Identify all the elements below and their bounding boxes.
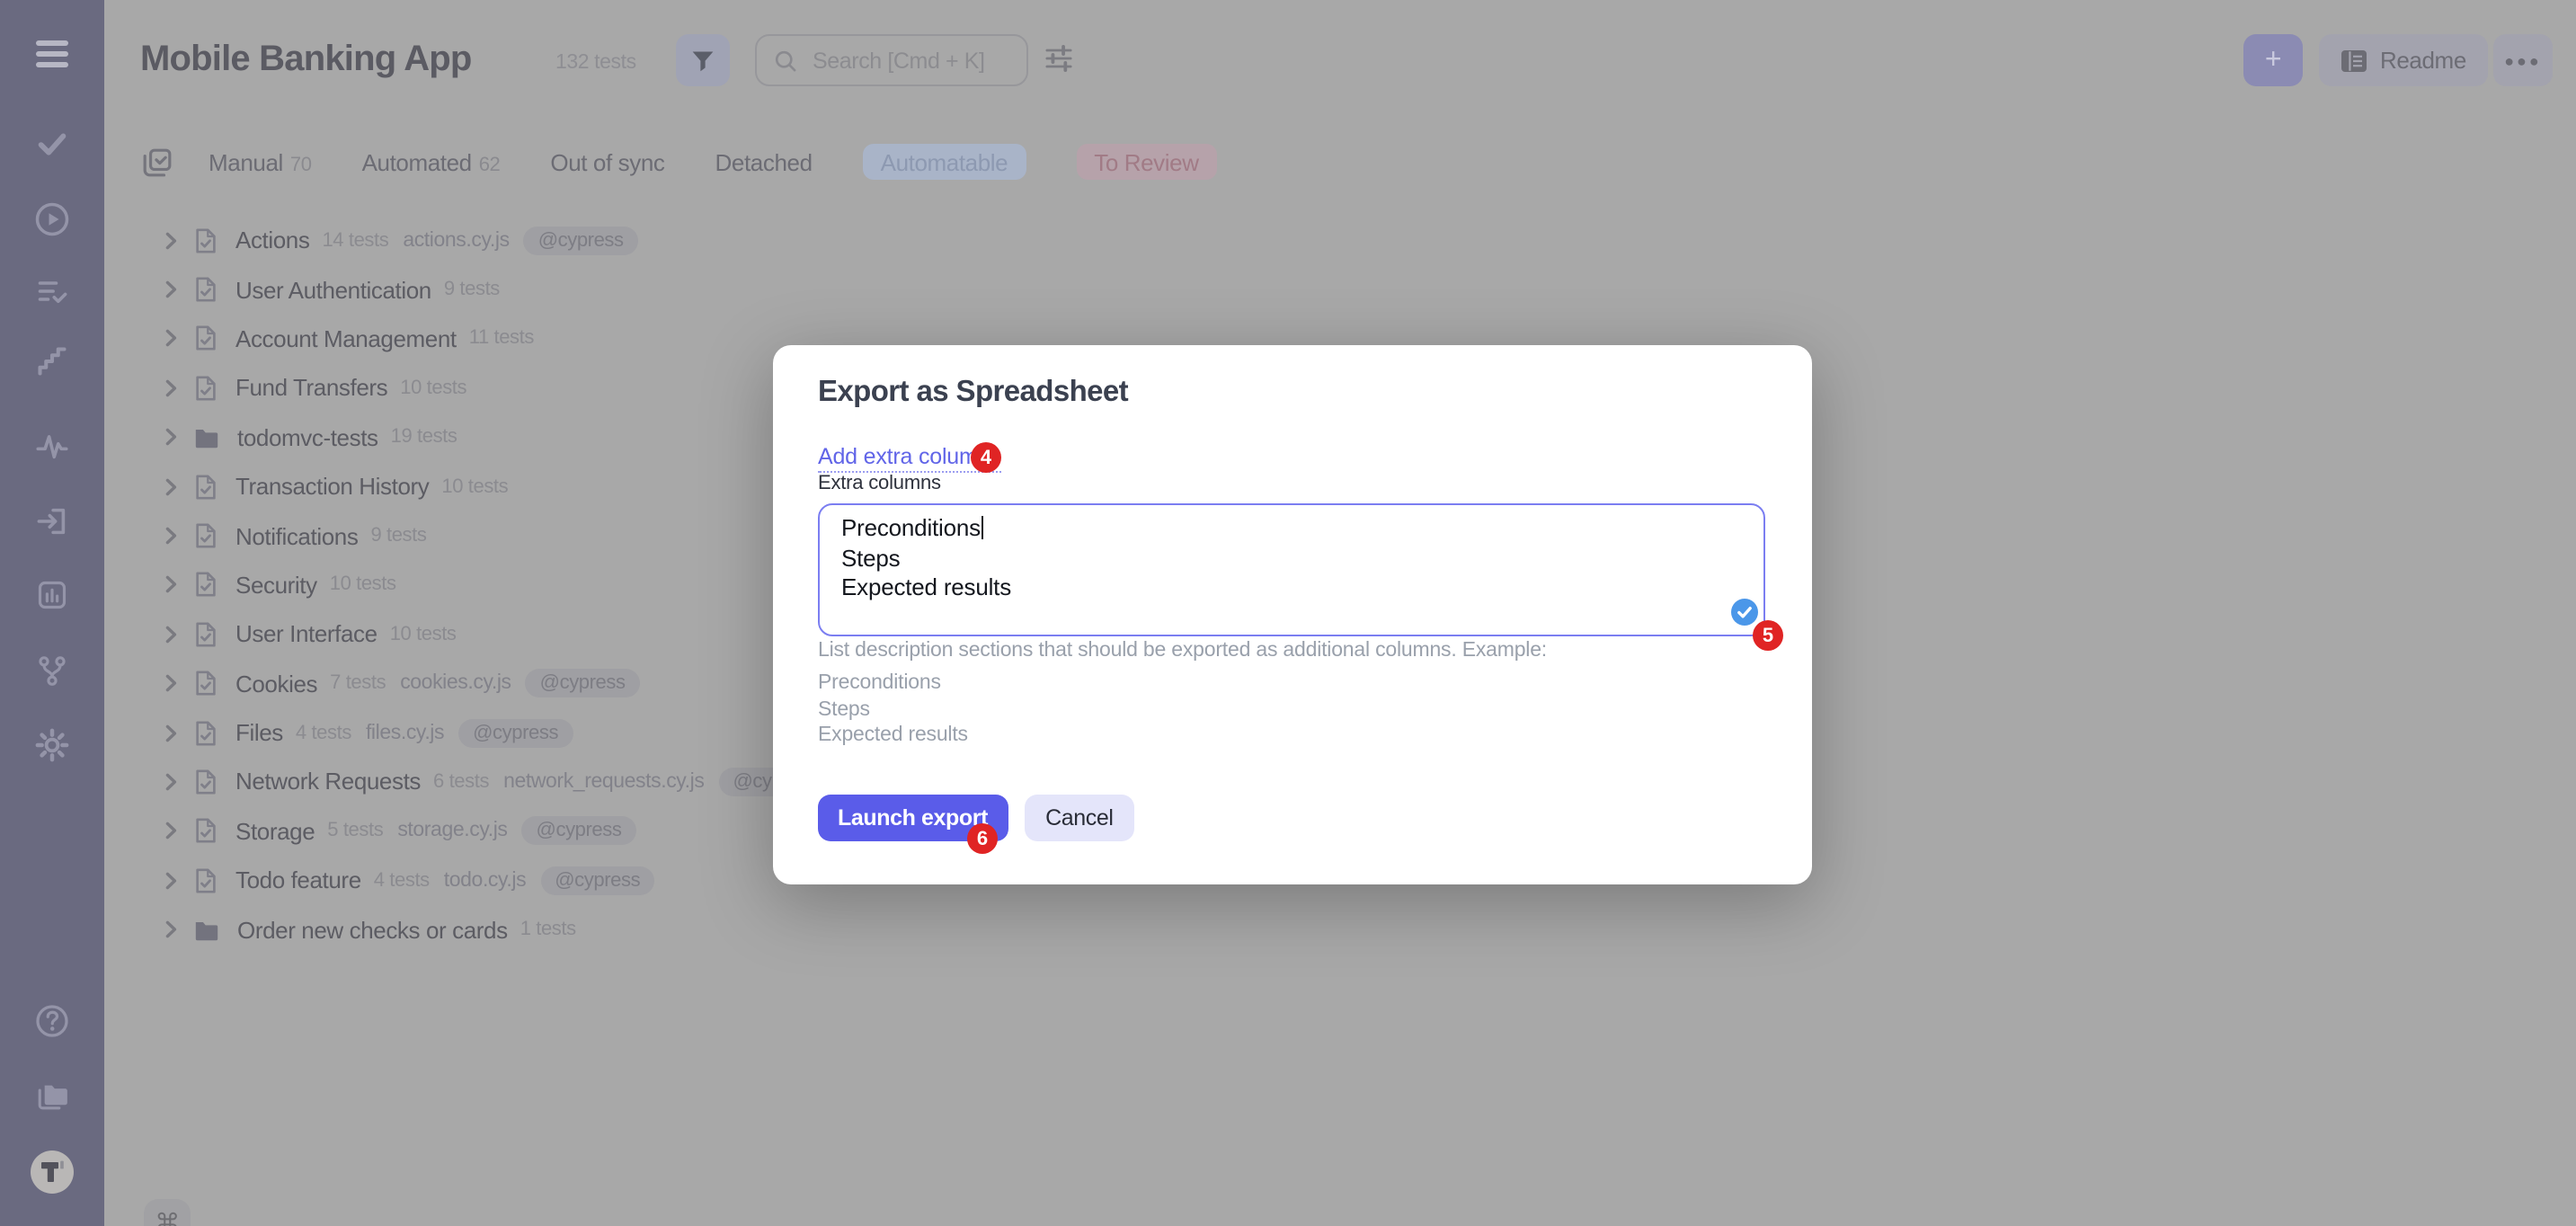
text-caret — [982, 516, 984, 539]
export-modal: Export as Spreadsheet Add extra columns … — [773, 345, 1812, 884]
app-root: Mobile Banking App 132 tests + Readme ●●… — [0, 0, 2576, 1226]
field-line: Expected results — [841, 573, 1742, 603]
field-helper-text: List description sections that should be… — [818, 640, 1780, 662]
step-badge-5: 5 — [1753, 620, 1783, 651]
extra-columns-textarea[interactable]: PreconditionsStepsExpected results — [818, 503, 1765, 636]
step-badge-4: 4 — [971, 442, 1001, 473]
field-example: Steps — [818, 697, 968, 723]
modal-title: Export as Spreadsheet — [818, 376, 1128, 410]
extension-check-icon[interactable] — [1731, 599, 1758, 626]
field-line: Steps — [841, 544, 1742, 573]
field-example-list: PreconditionsStepsExpected results — [818, 671, 968, 749]
cancel-button[interactable]: Cancel — [1024, 795, 1134, 841]
field-line: Preconditions — [841, 514, 1742, 544]
extra-columns-label: Extra columns — [818, 473, 941, 494]
step-badge-6: 6 — [967, 823, 998, 854]
field-example: Preconditions — [818, 671, 968, 697]
field-example: Expected results — [818, 723, 968, 749]
